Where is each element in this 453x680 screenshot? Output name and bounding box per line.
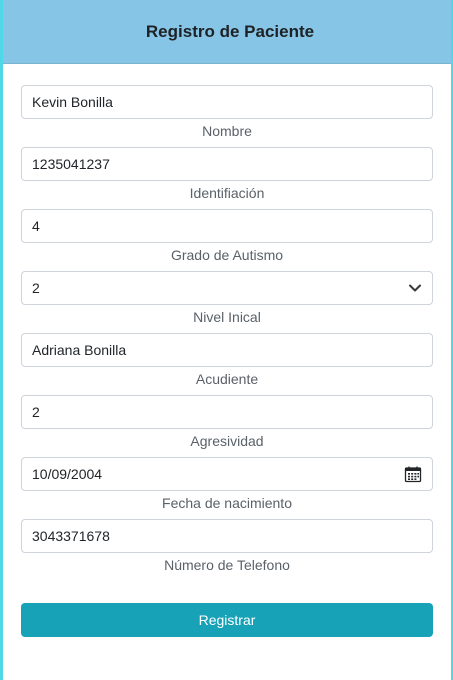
agresividad-input-value: 2 <box>32 404 40 420</box>
grado-autismo-label: Grado de Autismo <box>170 247 284 263</box>
identificacion-input-value: 1235041237 <box>32 156 110 172</box>
register-button[interactable]: Registrar <box>21 603 433 637</box>
nombre-label: Nombre <box>202 123 252 139</box>
grado-autismo-input[interactable]: 4 <box>21 209 433 243</box>
app-frame: Registro de Paciente Kevin Bonilla Nombr… <box>0 0 453 680</box>
telefono-field-group: 3043371678 Número de Telefono <box>21 519 433 581</box>
nivel-inicial-label: Nivel Inical <box>193 309 261 325</box>
chevron-down-icon <box>408 281 422 295</box>
nivel-inicial-selected-value: 2 <box>32 280 40 296</box>
nivel-inicial-field-group: 2 Nivel Inical <box>21 271 433 333</box>
identificacion-field-group: 1235041237 Identifiación <box>21 147 433 209</box>
calendar-icon[interactable] <box>404 465 422 483</box>
agresividad-label: Agresividad <box>190 433 264 449</box>
nombre-input-value: Kevin Bonilla <box>32 94 113 110</box>
patient-registration-form: Kevin Bonilla Nombre 1235041237 Identifi… <box>3 64 451 637</box>
fecha-nacimiento-field-group: 10/09/2004 Fecha de nacimiento <box>21 457 433 519</box>
telefono-input-value: 3043371678 <box>32 528 110 544</box>
identificacion-label: Identifiación <box>189 185 265 201</box>
nombre-input[interactable]: Kevin Bonilla <box>21 85 433 119</box>
page-header: Registro de Paciente <box>3 0 451 64</box>
acudiente-label: Acudiente <box>195 371 259 387</box>
nivel-inicial-select[interactable]: 2 <box>21 271 433 305</box>
identificacion-input[interactable]: 1235041237 <box>21 147 433 181</box>
agresividad-input[interactable]: 2 <box>21 395 433 429</box>
acudiente-input[interactable]: Adriana Bonilla <box>21 333 433 367</box>
fecha-nacimiento-input[interactable]: 10/09/2004 <box>21 457 433 491</box>
fecha-nacimiento-label: Fecha de nacimiento <box>162 495 292 511</box>
nombre-field-group: Kevin Bonilla Nombre <box>21 85 433 147</box>
acudiente-field-group: Adriana Bonilla Acudiente <box>21 333 433 395</box>
telefono-label: Número de Telefono <box>164 557 290 573</box>
fecha-nacimiento-input-value: 10/09/2004 <box>32 466 103 482</box>
page-title: Registro de Paciente <box>145 21 315 41</box>
grado-autismo-input-value: 4 <box>32 218 40 234</box>
agresividad-field-group: 2 Agresividad <box>21 395 433 457</box>
telefono-input[interactable]: 3043371678 <box>21 519 433 553</box>
grado-autismo-field-group: 4 Grado de Autismo <box>21 209 433 271</box>
acudiente-input-value: Adriana Bonilla <box>32 342 127 358</box>
